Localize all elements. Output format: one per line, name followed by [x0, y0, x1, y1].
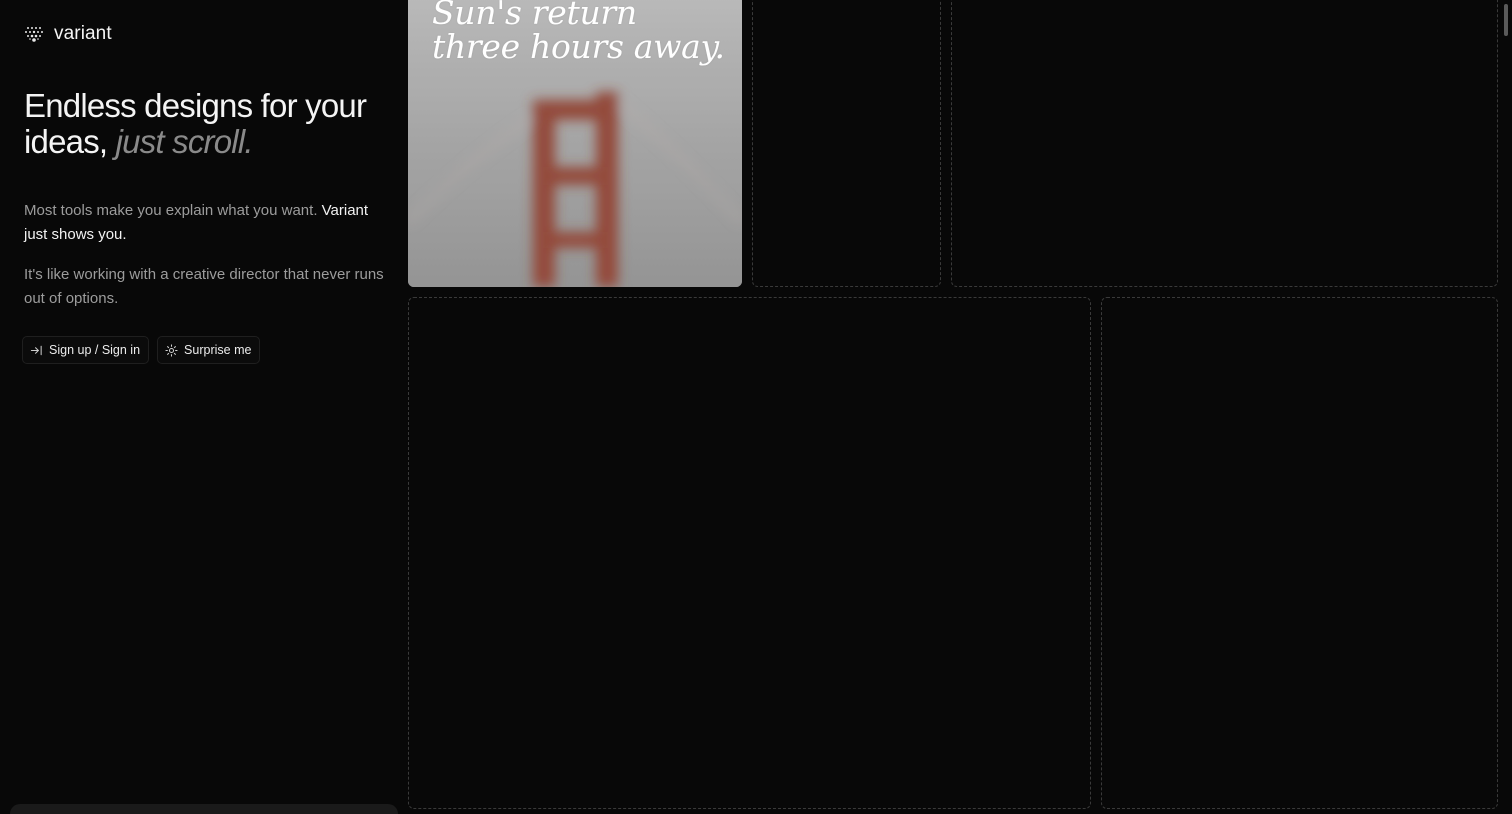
- dot-grid-logo-icon: [25, 27, 43, 42]
- design-card-placeholder[interactable]: [1101, 297, 1498, 809]
- headline-accent: just scroll.: [115, 123, 254, 160]
- arrow-right-to-line-icon: [30, 345, 42, 355]
- brand-name: variant: [54, 23, 112, 44]
- secondary-paragraph: It's like working with a creative direct…: [24, 266, 384, 307]
- intro-paragraph: Most tools make you explain what you wan…: [24, 199, 384, 247]
- design-card-placeholder[interactable]: [408, 297, 1091, 809]
- left-panel: variant Endless designs for your ideas, …: [0, 0, 400, 814]
- action-buttons: Sign up / Sign in Surprise me: [22, 336, 261, 364]
- design-card-placeholder[interactable]: [951, 0, 1498, 287]
- bottom-input-bar[interactable]: [10, 804, 398, 814]
- page: variant Endless designs for your ideas, …: [0, 0, 1512, 814]
- design-card-caption: Sun's return three hours away.: [432, 0, 725, 66]
- surprise-me-label: Surprise me: [184, 343, 252, 357]
- design-card-bridge[interactable]: Sun's return three hours away.: [408, 0, 742, 287]
- brand[interactable]: variant: [24, 22, 112, 46]
- hero-headline: Endless designs for your ideas, just scr…: [24, 88, 384, 160]
- sparkle-icon: [165, 343, 178, 357]
- sign-in-label: Sign up / Sign in: [49, 343, 141, 357]
- intro-text: Most tools make you explain what you wan…: [24, 202, 322, 219]
- design-card-placeholder[interactable]: [752, 0, 941, 287]
- sign-in-button[interactable]: Sign up / Sign in: [22, 336, 150, 364]
- surprise-me-button[interactable]: Surprise me: [157, 336, 261, 364]
- scrollbar-thumb[interactable]: [1504, 4, 1508, 36]
